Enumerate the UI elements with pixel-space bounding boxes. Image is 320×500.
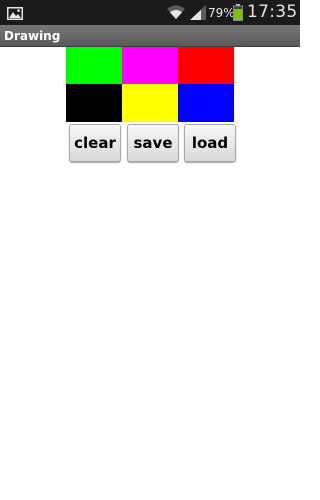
image-notification-icon [7,5,23,20]
drawing-canvas[interactable] [0,166,300,500]
save-button[interactable]: save [127,124,179,162]
wifi-icon [166,4,186,20]
color-swatch-magenta[interactable] [122,47,178,84]
load-button[interactable]: load [184,124,236,162]
status-bar: 79% 17:35 [0,0,300,25]
color-swatch-green[interactable] [66,47,122,84]
color-swatch-red[interactable] [178,47,234,84]
color-swatch-yellow[interactable] [122,84,178,122]
app-title: Drawing [4,29,61,43]
title-bar: Drawing [0,25,300,47]
battery-percent: 79% [208,6,235,20]
battery-icon [233,4,243,21]
color-swatch-blue[interactable] [178,84,234,122]
status-clock: 17:35 [247,2,298,22]
color-swatch-black[interactable] [66,84,122,122]
color-palette [66,47,234,122]
clear-button[interactable]: clear [69,124,121,162]
signal-icon [190,5,206,20]
